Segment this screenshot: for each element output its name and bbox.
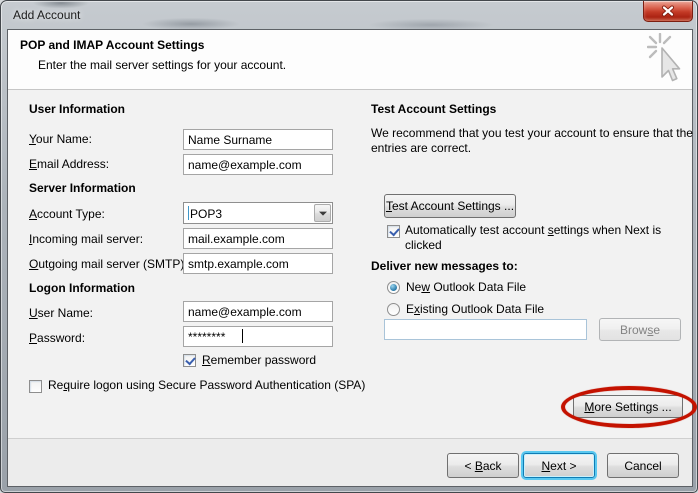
existing-data-file-label[interactable]: Existing Outlook Data File bbox=[406, 302, 544, 316]
user-name-input[interactable] bbox=[183, 301, 333, 322]
deliver-new-messages-heading: Deliver new messages to: bbox=[371, 259, 518, 273]
test-account-description: We recommend that you test your account … bbox=[371, 126, 693, 156]
password-label: Password: bbox=[29, 331, 85, 345]
test-account-settings-heading: Test Account Settings bbox=[371, 102, 496, 116]
account-type-combobox[interactable]: POP3 bbox=[183, 202, 333, 224]
incoming-server-label: Incoming mail server: bbox=[29, 232, 143, 246]
chevron-down-icon bbox=[319, 212, 327, 216]
incoming-server-input[interactable] bbox=[183, 228, 333, 249]
new-data-file-label[interactable]: New Outlook Data File bbox=[406, 280, 526, 294]
test-account-settings-button[interactable]: Test Account Settings ... bbox=[384, 194, 516, 218]
email-address-input[interactable] bbox=[183, 154, 333, 175]
outgoing-server-input[interactable] bbox=[183, 253, 333, 274]
existing-data-file-radio[interactable] bbox=[387, 303, 400, 316]
spa-label[interactable]: Require logon using Secure Password Auth… bbox=[48, 378, 366, 393]
your-name-input[interactable] bbox=[183, 129, 333, 150]
account-type-label: Account Type: bbox=[29, 207, 105, 221]
new-data-file-radio[interactable] bbox=[387, 281, 400, 294]
remember-password-checkbox[interactable] bbox=[183, 354, 196, 367]
user-name-label: User Name: bbox=[29, 306, 93, 320]
next-button[interactable]: Next > bbox=[523, 453, 595, 478]
account-type-value: POP3 bbox=[190, 207, 222, 221]
page-title: POP and IMAP Account Settings bbox=[20, 38, 204, 52]
remember-password-label[interactable]: Remember password bbox=[202, 353, 316, 367]
auto-test-checkbox[interactable] bbox=[387, 225, 400, 238]
outgoing-server-label: Outgoing mail server (SMTP): bbox=[29, 257, 188, 271]
password-field-wrap bbox=[183, 326, 333, 347]
more-settings-button[interactable]: More Settings ... bbox=[573, 395, 683, 418]
server-information-heading: Server Information bbox=[29, 181, 136, 195]
auto-test-label[interactable]: Automatically test account settings when… bbox=[405, 223, 689, 253]
email-address-label: Email Address: bbox=[29, 157, 109, 171]
back-button[interactable]: < Back bbox=[447, 453, 519, 478]
close-button[interactable] bbox=[643, 1, 693, 22]
add-account-dialog: Add Account POP and IMAP Account Setting… bbox=[0, 0, 698, 493]
your-name-label: Your Name: bbox=[29, 132, 92, 146]
click-cursor-icon bbox=[647, 33, 685, 89]
close-icon bbox=[662, 6, 675, 17]
page-subtitle: Enter the mail server settings for your … bbox=[38, 58, 286, 72]
logon-information-heading: Logon Information bbox=[29, 281, 135, 295]
text-caret bbox=[188, 206, 189, 220]
data-file-path-input[interactable] bbox=[384, 319, 587, 340]
user-information-heading: User Information bbox=[29, 102, 125, 116]
password-input[interactable] bbox=[183, 326, 333, 347]
text-caret bbox=[242, 329, 243, 343]
titlebar[interactable]: Add Account bbox=[1, 1, 697, 29]
cancel-button[interactable]: Cancel bbox=[607, 453, 679, 478]
combobox-dropdown-button[interactable] bbox=[314, 204, 331, 222]
spa-checkbox[interactable] bbox=[29, 380, 42, 393]
browse-button[interactable]: Browse bbox=[599, 318, 681, 341]
window-title: Add Account bbox=[13, 8, 80, 22]
